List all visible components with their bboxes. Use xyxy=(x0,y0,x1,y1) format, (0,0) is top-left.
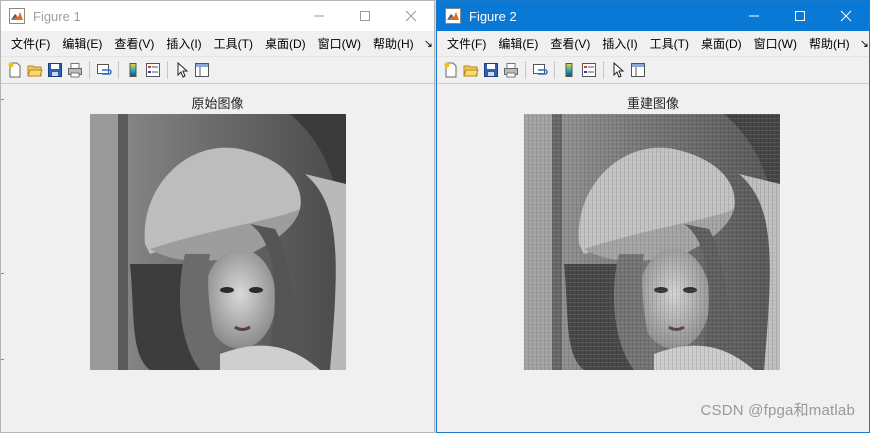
edit-plot-arrow-icon xyxy=(613,62,625,78)
edit-plot-arrow-icon xyxy=(177,62,189,78)
link-plot-button[interactable] xyxy=(94,60,114,80)
toolbar-separator xyxy=(554,61,555,79)
close-button[interactable] xyxy=(823,1,869,31)
menu-view[interactable]: 查看(V) xyxy=(108,35,160,52)
open-file-icon xyxy=(27,65,43,77)
menu-insert[interactable]: 插入(I) xyxy=(596,35,643,52)
axes-title: 重建图像 xyxy=(626,96,679,111)
menu-tools[interactable]: 工具(T) xyxy=(644,35,695,52)
print-icon xyxy=(504,63,518,78)
link-plot-button[interactable] xyxy=(530,60,550,80)
figure-canvas[interactable]: 重建图像 CSDN @fpga和matlab xyxy=(437,84,869,432)
link-plot-icon xyxy=(97,64,112,75)
property-inspector-icon xyxy=(195,63,209,77)
print-button[interactable] xyxy=(65,60,85,80)
open-file-button[interactable] xyxy=(25,60,45,80)
window-title: Figure 1 xyxy=(33,8,81,24)
new-figure-button[interactable] xyxy=(441,60,461,80)
matlab-icon xyxy=(9,8,25,24)
menu-help[interactable]: 帮助(H) xyxy=(803,35,856,52)
toolbar-separator xyxy=(525,61,526,79)
menu-insert[interactable]: 插入(I) xyxy=(160,35,207,52)
insert-colorbar-icon xyxy=(129,63,137,77)
new-figure-icon xyxy=(444,62,457,78)
open-file-button[interactable] xyxy=(461,60,481,80)
toolbar-separator xyxy=(167,61,168,79)
print-icon xyxy=(68,63,82,78)
close-icon xyxy=(405,10,417,22)
axes-title: 原始图像 xyxy=(191,96,244,111)
menu-overflow-button[interactable]: ↘ xyxy=(856,37,869,50)
insert-colorbar-icon xyxy=(565,63,573,77)
menu-desktop[interactable]: 桌面(D) xyxy=(259,35,312,52)
insert-colorbar-button[interactable] xyxy=(559,60,579,80)
maximize-button[interactable] xyxy=(777,1,823,31)
toolbar xyxy=(437,56,869,84)
insert-colorbar-button[interactable] xyxy=(123,60,143,80)
window-title: Figure 2 xyxy=(469,8,517,24)
menu-bar: 文件(F) 编辑(E) 查看(V) 插入(I) 工具(T) 桌面(D) 窗口(W… xyxy=(1,31,434,56)
menu-edit[interactable]: 编辑(E) xyxy=(56,35,108,52)
property-inspector-button[interactable] xyxy=(628,60,648,80)
toolbar-separator xyxy=(118,61,119,79)
menu-bar: 文件(F) 编辑(E) 查看(V) 插入(I) 工具(T) 桌面(D) 窗口(W… xyxy=(437,31,869,56)
reconstructed-image xyxy=(524,114,780,370)
maximize-button[interactable] xyxy=(342,1,388,31)
new-figure-button[interactable] xyxy=(5,60,25,80)
figure-1-window[interactable]: Figure 1 文件(F) 编辑(E) 查看(V) 插入(I) 工具(T) 桌… xyxy=(0,0,435,433)
maximize-icon xyxy=(795,11,805,21)
menu-desktop[interactable]: 桌面(D) xyxy=(695,35,748,52)
save-button[interactable] xyxy=(45,60,65,80)
matlab-icon xyxy=(445,8,461,24)
toolbar xyxy=(1,56,434,84)
minimize-icon xyxy=(749,15,759,17)
minimize-button[interactable] xyxy=(296,1,342,31)
menu-overflow-button[interactable]: ↘ xyxy=(420,37,434,50)
menu-file[interactable]: 文件(F) xyxy=(441,35,492,52)
property-inspector-button[interactable] xyxy=(192,60,212,80)
link-plot-icon xyxy=(533,64,548,75)
figure-2-window[interactable]: Figure 2 文件(F) 编辑(E) 查看(V) 插入(I) 工具(T) 桌… xyxy=(436,0,870,433)
window-edge-tick xyxy=(1,273,4,274)
edit-plot-button[interactable] xyxy=(608,60,628,80)
insert-legend-button[interactable] xyxy=(579,60,599,80)
save-button[interactable] xyxy=(481,60,501,80)
property-inspector-icon xyxy=(631,63,645,77)
original-image xyxy=(90,114,346,370)
insert-legend-icon xyxy=(146,63,160,77)
insert-legend-icon xyxy=(582,63,596,77)
print-button[interactable] xyxy=(501,60,521,80)
edit-plot-button[interactable] xyxy=(172,60,192,80)
titlebar[interactable]: Figure 2 xyxy=(437,1,869,31)
save-icon xyxy=(48,63,62,77)
menu-tools[interactable]: 工具(T) xyxy=(208,35,259,52)
menu-window[interactable]: 窗口(W) xyxy=(312,35,367,52)
watermark: CSDN @fpga和matlab xyxy=(700,402,855,419)
toolbar-separator xyxy=(603,61,604,79)
window-edge-tick xyxy=(1,359,4,360)
menu-file[interactable]: 文件(F) xyxy=(5,35,56,52)
minimize-button[interactable] xyxy=(731,1,777,31)
titlebar[interactable]: Figure 1 xyxy=(1,1,434,31)
new-figure-icon xyxy=(8,62,21,78)
minimize-icon xyxy=(314,15,324,17)
reconstructed-photo-image xyxy=(524,114,780,370)
insert-legend-button[interactable] xyxy=(143,60,163,80)
menu-view[interactable]: 查看(V) xyxy=(544,35,596,52)
figure-canvas[interactable]: 原始图像 xyxy=(1,84,434,432)
toolbar-separator xyxy=(89,61,90,79)
menu-window[interactable]: 窗口(W) xyxy=(748,35,803,52)
menu-edit[interactable]: 编辑(E) xyxy=(492,35,544,52)
close-button[interactable] xyxy=(388,1,434,31)
save-icon xyxy=(484,63,498,77)
window-edge-tick xyxy=(1,99,4,100)
original-photo-image xyxy=(90,114,346,370)
maximize-icon xyxy=(360,11,370,21)
close-icon xyxy=(840,10,852,22)
open-file-icon xyxy=(463,65,479,77)
menu-help[interactable]: 帮助(H) xyxy=(367,35,420,52)
